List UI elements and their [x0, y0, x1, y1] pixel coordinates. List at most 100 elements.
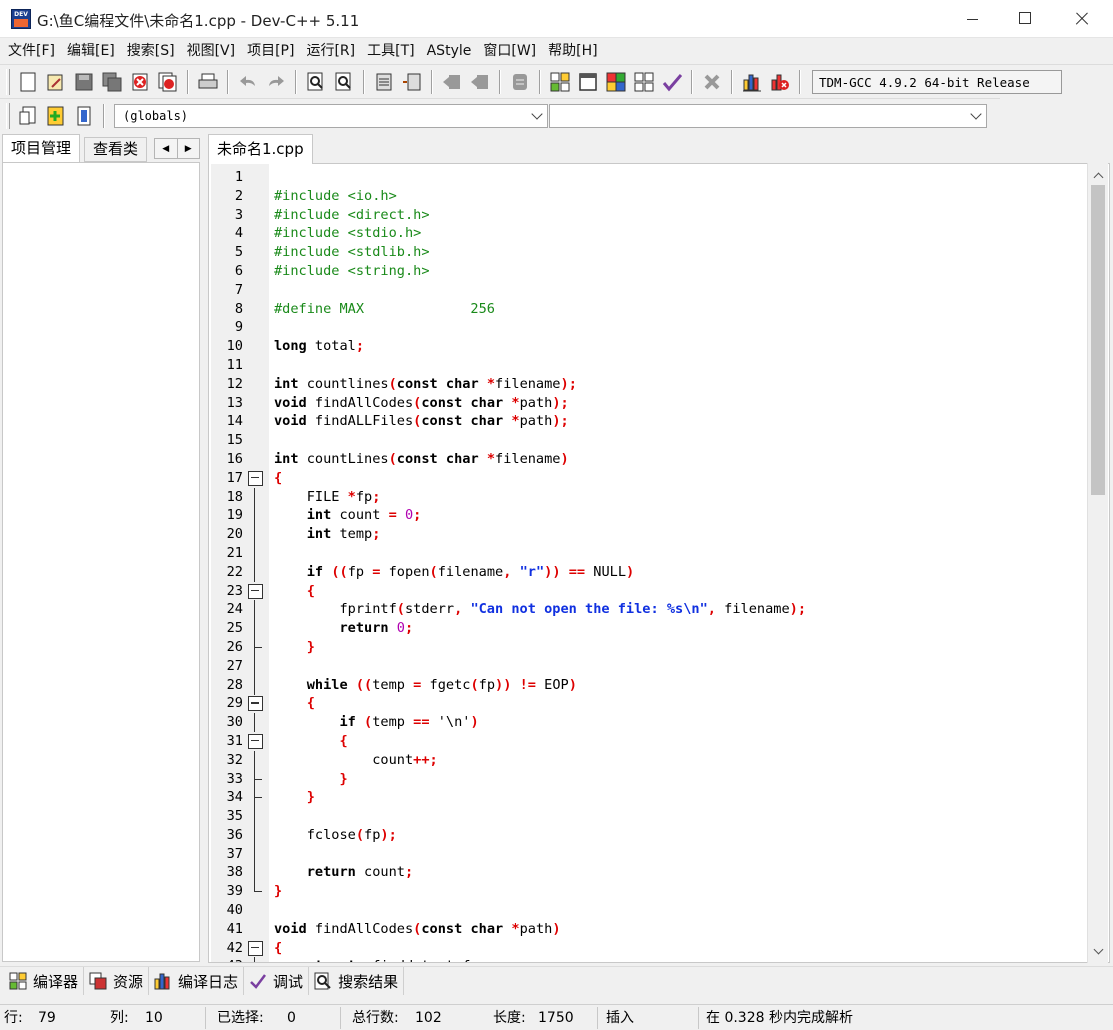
- minimize-button[interactable]: [951, 0, 997, 38]
- scroll-down-icon[interactable]: [1088, 941, 1108, 961]
- fold-collapse-icon[interactable]: [247, 732, 267, 751]
- check-syntax-icon[interactable]: [660, 70, 684, 94]
- indent-icon[interactable]: [372, 70, 396, 94]
- run-icon[interactable]: [576, 70, 600, 94]
- code-line[interactable]: 31 {: [209, 732, 1089, 751]
- bookmark-icon[interactable]: [508, 70, 532, 94]
- menu-window[interactable]: 窗口[W]: [477, 39, 542, 63]
- toolbar-grip[interactable]: [6, 68, 10, 95]
- code-line[interactable]: 15: [209, 431, 1089, 450]
- code-line[interactable]: 37: [209, 844, 1089, 864]
- add-to-project-icon[interactable]: [44, 104, 68, 128]
- code-line[interactable]: 21: [209, 543, 1089, 563]
- code-line[interactable]: 3 #include <direct.h>: [209, 206, 1089, 225]
- arrow-right-icon[interactable]: ▶: [178, 139, 200, 158]
- code-line[interactable]: 1: [209, 168, 1089, 187]
- scroll-up-icon[interactable]: [1088, 165, 1108, 185]
- code-line[interactable]: 5 #include <stdlib.h>: [209, 243, 1089, 262]
- tab-debug[interactable]: 调试: [244, 967, 310, 995]
- forward-icon[interactable]: [468, 70, 492, 94]
- code-line[interactable]: 32 count++;: [209, 750, 1089, 770]
- code-line[interactable]: 41 void findAllCodes(const char *path): [209, 920, 1089, 939]
- unindent-icon[interactable]: [400, 70, 424, 94]
- remove-from-project-icon[interactable]: [72, 104, 96, 128]
- tab-resources[interactable]: 资源: [84, 967, 150, 995]
- code-line[interactable]: 17 {: [209, 469, 1089, 488]
- tab-compile-log[interactable]: 编译日志: [149, 967, 245, 995]
- code-line[interactable]: 19 int count = 0;: [209, 506, 1089, 526]
- fold-collapse-icon[interactable]: [247, 939, 267, 958]
- code-line[interactable]: 8 #define MAX 256: [209, 300, 1089, 319]
- profile-icon[interactable]: [740, 70, 764, 94]
- scrollbar-thumb[interactable]: [1091, 185, 1105, 495]
- back-icon[interactable]: [440, 70, 464, 94]
- editor-vertical-scrollbar[interactable]: [1087, 163, 1108, 963]
- save-icon[interactable]: [72, 70, 96, 94]
- fold-collapse-icon[interactable]: [247, 469, 267, 488]
- delete-profile-icon[interactable]: [768, 70, 792, 94]
- code-line[interactable]: 23 {: [209, 582, 1089, 601]
- code-area[interactable]: 1 2 #include <io.h> 3 #include <direct.h> 4 #i…: [209, 168, 1089, 962]
- code-line[interactable]: 20 int temp;: [209, 525, 1089, 544]
- code-line[interactable]: 9: [209, 318, 1089, 337]
- tab-compiler[interactable]: 编译器: [4, 967, 85, 995]
- code-line[interactable]: 35: [209, 807, 1089, 826]
- code-line[interactable]: 42 {: [209, 939, 1089, 958]
- code-line[interactable]: 40: [209, 901, 1089, 920]
- menu-project[interactable]: 项目[P]: [241, 39, 300, 63]
- code-line[interactable]: 43 struct _finddata_t fa;: [209, 957, 1089, 962]
- menu-edit[interactable]: 编辑[E]: [61, 39, 121, 63]
- compile-icon[interactable]: [548, 70, 572, 94]
- arrow-left-icon[interactable]: ◀: [155, 139, 178, 158]
- menu-tools[interactable]: 工具[T]: [361, 39, 420, 63]
- close-all-icon[interactable]: [156, 70, 180, 94]
- redo-icon[interactable]: [264, 70, 288, 94]
- code-line[interactable]: 13 void findAllCodes(const char *path);: [209, 394, 1089, 413]
- undo-icon[interactable]: [236, 70, 260, 94]
- code-line[interactable]: 2 #include <io.h>: [209, 187, 1089, 206]
- chevron-down-icon[interactable]: [531, 107, 543, 120]
- code-line[interactable]: 10 long total;: [209, 337, 1089, 356]
- menu-view[interactable]: 视图[V]: [181, 39, 242, 63]
- toolbar-grip[interactable]: [6, 102, 10, 129]
- code-line[interactable]: 29 {: [209, 694, 1089, 713]
- close-button[interactable]: [1059, 0, 1105, 38]
- fold-collapse-icon[interactable]: [247, 694, 267, 713]
- save-all-icon[interactable]: [100, 70, 124, 94]
- code-line[interactable]: 18 FILE *fp;: [209, 487, 1089, 507]
- maximize-button[interactable]: [1002, 0, 1048, 38]
- menu-astyle[interactable]: AStyle: [421, 39, 478, 63]
- code-line[interactable]: 6 #include <string.h>: [209, 262, 1089, 281]
- code-line[interactable]: 34 }: [209, 788, 1089, 808]
- code-line[interactable]: 27: [209, 656, 1089, 676]
- code-line[interactable]: 39}: [209, 882, 1089, 901]
- code-line[interactable]: 11: [209, 356, 1089, 375]
- project-tree[interactable]: [2, 162, 200, 962]
- code-line[interactable]: 7: [209, 281, 1089, 300]
- print-icon[interactable]: [196, 70, 220, 94]
- code-line[interactable]: 38 return count;: [209, 863, 1089, 883]
- fold-collapse-icon[interactable]: [247, 582, 267, 601]
- menu-help[interactable]: 帮助[H]: [542, 39, 603, 63]
- chevron-down-icon[interactable]: [970, 107, 982, 120]
- rebuild-all-icon[interactable]: [632, 70, 656, 94]
- stop-execution-icon[interactable]: [700, 70, 724, 94]
- tab-search-results[interactable]: 搜索结果: [309, 967, 405, 995]
- code-line[interactable]: 16 int countLines(const char *filename): [209, 450, 1089, 469]
- code-line[interactable]: 26 }: [209, 637, 1089, 657]
- code-line[interactable]: 30 if (temp == '\n'): [209, 713, 1089, 732]
- open-file-icon[interactable]: [44, 70, 68, 94]
- code-line[interactable]: 4 #include <stdio.h>: [209, 224, 1089, 243]
- find-icon[interactable]: [304, 70, 328, 94]
- menu-search[interactable]: 搜索[S]: [121, 39, 181, 63]
- code-line[interactable]: 28 while ((temp = fgetc(fp)) != EOP): [209, 675, 1089, 695]
- new-project-icon[interactable]: [16, 104, 40, 128]
- tab-class-view[interactable]: 查看类: [84, 137, 148, 162]
- code-line[interactable]: 24 fprintf(stderr, "Can not open the fil…: [209, 600, 1089, 620]
- code-line[interactable]: 25 return 0;: [209, 619, 1089, 638]
- code-editor[interactable]: 1 2 #include <io.h> 3 #include <direct.h> 4 #i…: [208, 163, 1110, 963]
- code-line[interactable]: 22 if ((fp = fopen(filename, "r")) == NU…: [209, 562, 1089, 582]
- code-line[interactable]: 33 }: [209, 769, 1089, 789]
- code-line[interactable]: 36 fclose(fp);: [209, 825, 1089, 845]
- code-line[interactable]: 14 void findALLFiles(const char *path);: [209, 412, 1089, 431]
